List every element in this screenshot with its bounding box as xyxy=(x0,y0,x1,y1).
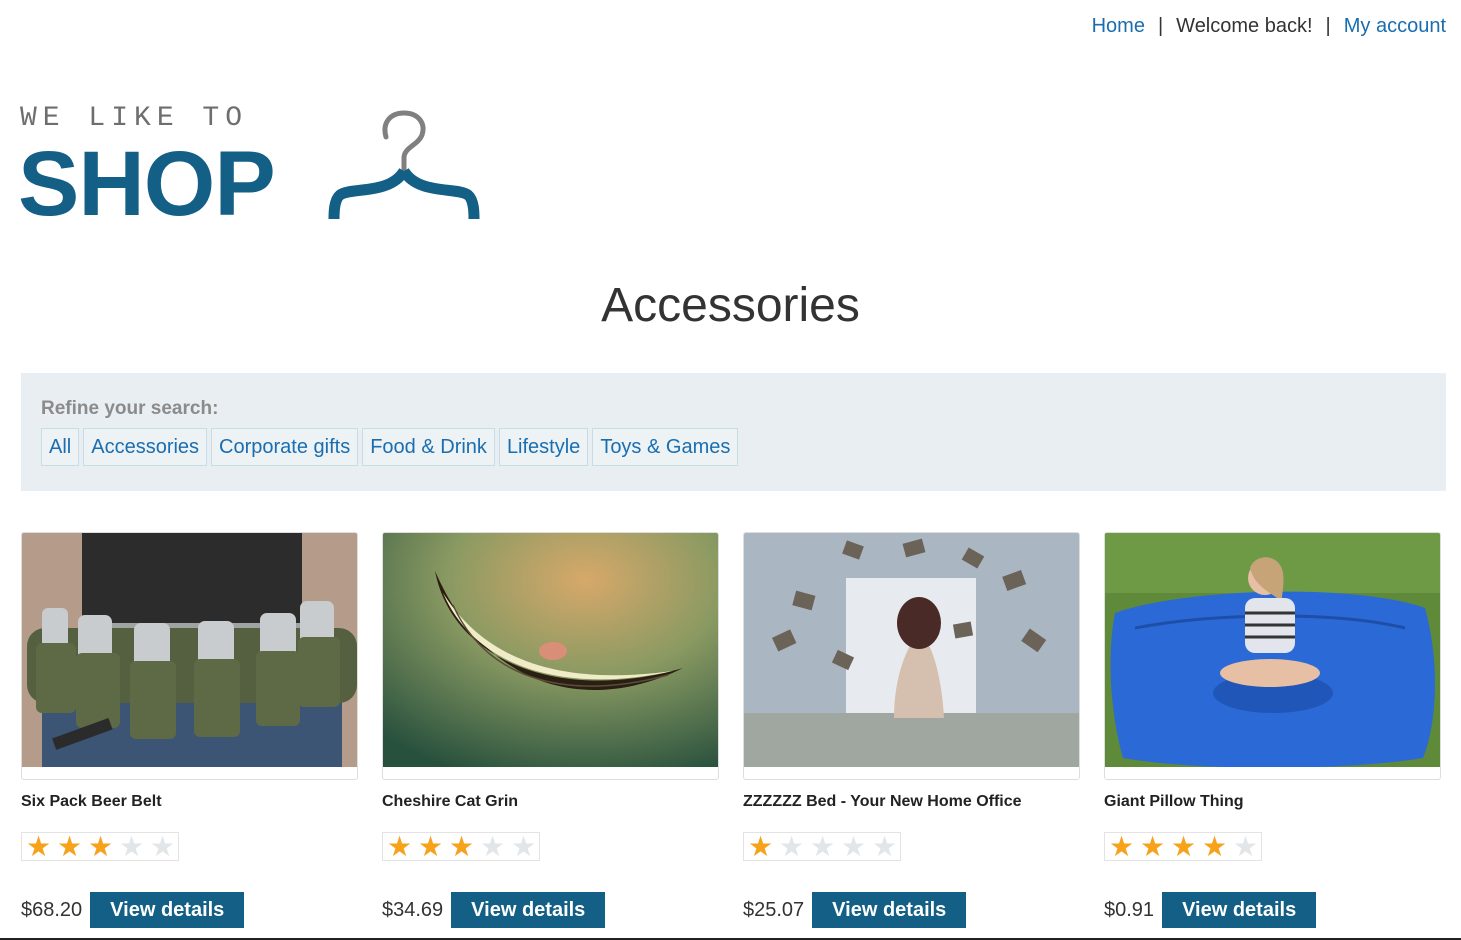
page-title: Accessories xyxy=(601,279,860,332)
filter-corporate-gifts[interactable]: Corporate gifts xyxy=(211,428,359,466)
buy-row: $68.20 View details xyxy=(21,892,358,928)
star-empty-icon: ★ xyxy=(871,830,898,862)
star-filled-icon: ★ xyxy=(1201,830,1228,862)
product-name[interactable]: ZZZZZZ Bed - Your New Home Office xyxy=(743,793,1080,813)
rating-stars: ★ ★ ★ ★ ★ xyxy=(382,832,540,861)
buy-row: $0.91 View details xyxy=(1104,892,1441,928)
filter-food-drink[interactable]: Food & Drink xyxy=(362,428,495,466)
star-empty-icon: ★ xyxy=(479,830,506,862)
rating-stars: ★ ★ ★ ★ ★ xyxy=(743,832,901,861)
filter-panel: Refine your search: All Accessories Corp… xyxy=(21,373,1446,491)
welcome-text: Welcome back! xyxy=(1176,15,1313,37)
cat-grin-image xyxy=(383,533,718,767)
site-logo[interactable]: WE LIKE TO SHOP xyxy=(18,100,480,235)
filter-toys-games[interactable]: Toys & Games xyxy=(592,428,739,466)
star-filled-icon: ★ xyxy=(1170,830,1197,862)
product-name[interactable]: Six Pack Beer Belt xyxy=(21,793,358,813)
star-empty-icon: ★ xyxy=(778,830,805,862)
beer-belt-image xyxy=(22,533,357,767)
filter-all[interactable]: All xyxy=(41,428,80,466)
product-price: $68.20 xyxy=(21,898,83,921)
home-link[interactable]: Home xyxy=(1092,15,1145,38)
product-card: Giant Pillow Thing ★ ★ ★ ★ ★ $0.91 View … xyxy=(1104,532,1441,928)
nav-separator: | xyxy=(1325,15,1331,37)
rating-stars: ★ ★ ★ ★ ★ xyxy=(1104,832,1262,861)
star-filled-icon: ★ xyxy=(417,830,444,862)
product-card: Cheshire Cat Grin ★ ★ ★ ★ ★ $34.69 View … xyxy=(382,532,719,928)
filter-lifestyle[interactable]: Lifestyle xyxy=(498,428,589,466)
filter-accessories[interactable]: Accessories xyxy=(83,428,208,466)
product-card: Six Pack Beer Belt ★ ★ ★ ★ ★ $68.20 View… xyxy=(21,532,358,928)
product-grid: Six Pack Beer Belt ★ ★ ★ ★ ★ $68.20 View… xyxy=(21,532,1441,928)
product-image[interactable] xyxy=(382,532,719,780)
star-filled-icon: ★ xyxy=(448,830,475,862)
rating-stars: ★ ★ ★ ★ ★ xyxy=(21,832,179,861)
star-filled-icon: ★ xyxy=(25,830,52,862)
product-card: ZZZZZZ Bed - Your New Home Office ★ ★ ★ … xyxy=(743,532,1080,928)
star-filled-icon: ★ xyxy=(56,830,83,862)
star-filled-icon: ★ xyxy=(1139,830,1166,862)
star-filled-icon: ★ xyxy=(747,830,774,862)
product-name[interactable]: Giant Pillow Thing xyxy=(1104,793,1441,813)
buy-row: $34.69 View details xyxy=(382,892,719,928)
bed-office-image xyxy=(744,533,1079,767)
product-image[interactable] xyxy=(21,532,358,780)
star-empty-icon: ★ xyxy=(1232,830,1259,862)
product-price: $25.07 xyxy=(743,898,805,921)
star-empty-icon: ★ xyxy=(809,830,836,862)
filter-list: All Accessories Corporate gifts Food & D… xyxy=(41,428,1426,466)
top-nav: Home | Welcome back! | My account xyxy=(1092,15,1446,38)
buy-row: $25.07 View details xyxy=(743,892,1080,928)
star-empty-icon: ★ xyxy=(118,830,145,862)
giant-pillow-image xyxy=(1105,533,1440,767)
hanger-icon xyxy=(328,110,480,220)
product-image[interactable] xyxy=(743,532,1080,780)
star-empty-icon: ★ xyxy=(840,830,867,862)
logo-wordmark: SHOP xyxy=(18,133,276,235)
star-empty-icon: ★ xyxy=(510,830,537,862)
product-price: $0.91 xyxy=(1104,898,1155,921)
view-details-button[interactable]: View details xyxy=(451,892,606,928)
view-details-button[interactable]: View details xyxy=(812,892,967,928)
filter-label: Refine your search: xyxy=(41,398,219,419)
product-image[interactable] xyxy=(1104,532,1441,780)
star-filled-icon: ★ xyxy=(1108,830,1135,862)
product-price: $34.69 xyxy=(382,898,444,921)
star-empty-icon: ★ xyxy=(149,830,176,862)
view-details-button[interactable]: View details xyxy=(1162,892,1317,928)
view-details-button[interactable]: View details xyxy=(90,892,245,928)
star-filled-icon: ★ xyxy=(87,830,114,862)
nav-separator: | xyxy=(1157,15,1164,37)
product-name[interactable]: Cheshire Cat Grin xyxy=(382,793,719,813)
my-account-link[interactable]: My account xyxy=(1344,15,1446,38)
logo-tagline: WE LIKE TO xyxy=(20,103,249,134)
star-filled-icon: ★ xyxy=(386,830,413,862)
